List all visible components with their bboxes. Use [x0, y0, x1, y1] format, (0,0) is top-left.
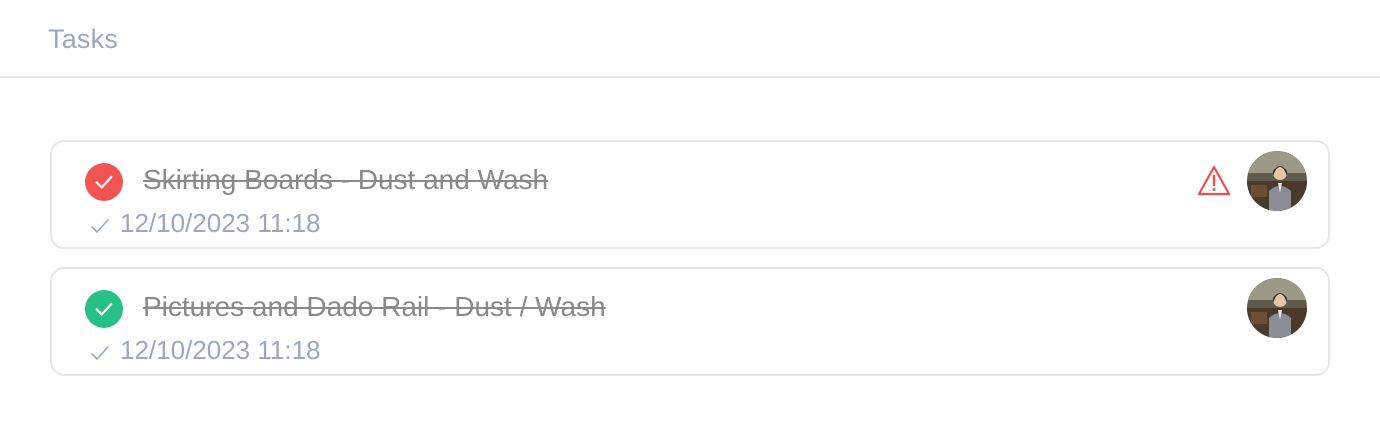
warning-triangle-icon[interactable]	[1197, 164, 1231, 198]
completion-meta: 12/10/2023 11:18	[90, 208, 320, 239]
task-list: Skirting Boards - Dust and Wash 12/10/20…	[50, 140, 1330, 394]
status-complete-toggle[interactable]	[85, 163, 123, 201]
small-check-icon	[91, 218, 109, 233]
user-avatar-image	[1247, 151, 1307, 211]
task-card[interactable]: Skirting Boards - Dust and Wash 12/10/20…	[50, 140, 1330, 249]
small-check-icon	[91, 345, 109, 360]
assignee-avatar[interactable]	[1247, 278, 1307, 338]
user-avatar-image	[1247, 278, 1307, 338]
task-card[interactable]: Pictures and Dado Rail - Dust / Wash 12/…	[50, 267, 1330, 376]
task-title[interactable]: Skirting Boards - Dust and Wash	[143, 164, 548, 196]
check-icon	[95, 175, 113, 189]
completed-timestamp: 12/10/2023 11:18	[120, 335, 321, 365]
task-title[interactable]: Pictures and Dado Rail - Dust / Wash	[143, 291, 606, 323]
check-icon	[95, 302, 113, 316]
page-title: Tasks	[48, 24, 119, 54]
assignee-avatar[interactable]	[1247, 151, 1307, 211]
header-bar: Tasks	[0, 0, 1380, 78]
completion-meta: 12/10/2023 11:18	[90, 335, 320, 366]
completed-timestamp: 12/10/2023 11:18	[120, 208, 321, 238]
status-complete-toggle[interactable]	[85, 290, 123, 328]
